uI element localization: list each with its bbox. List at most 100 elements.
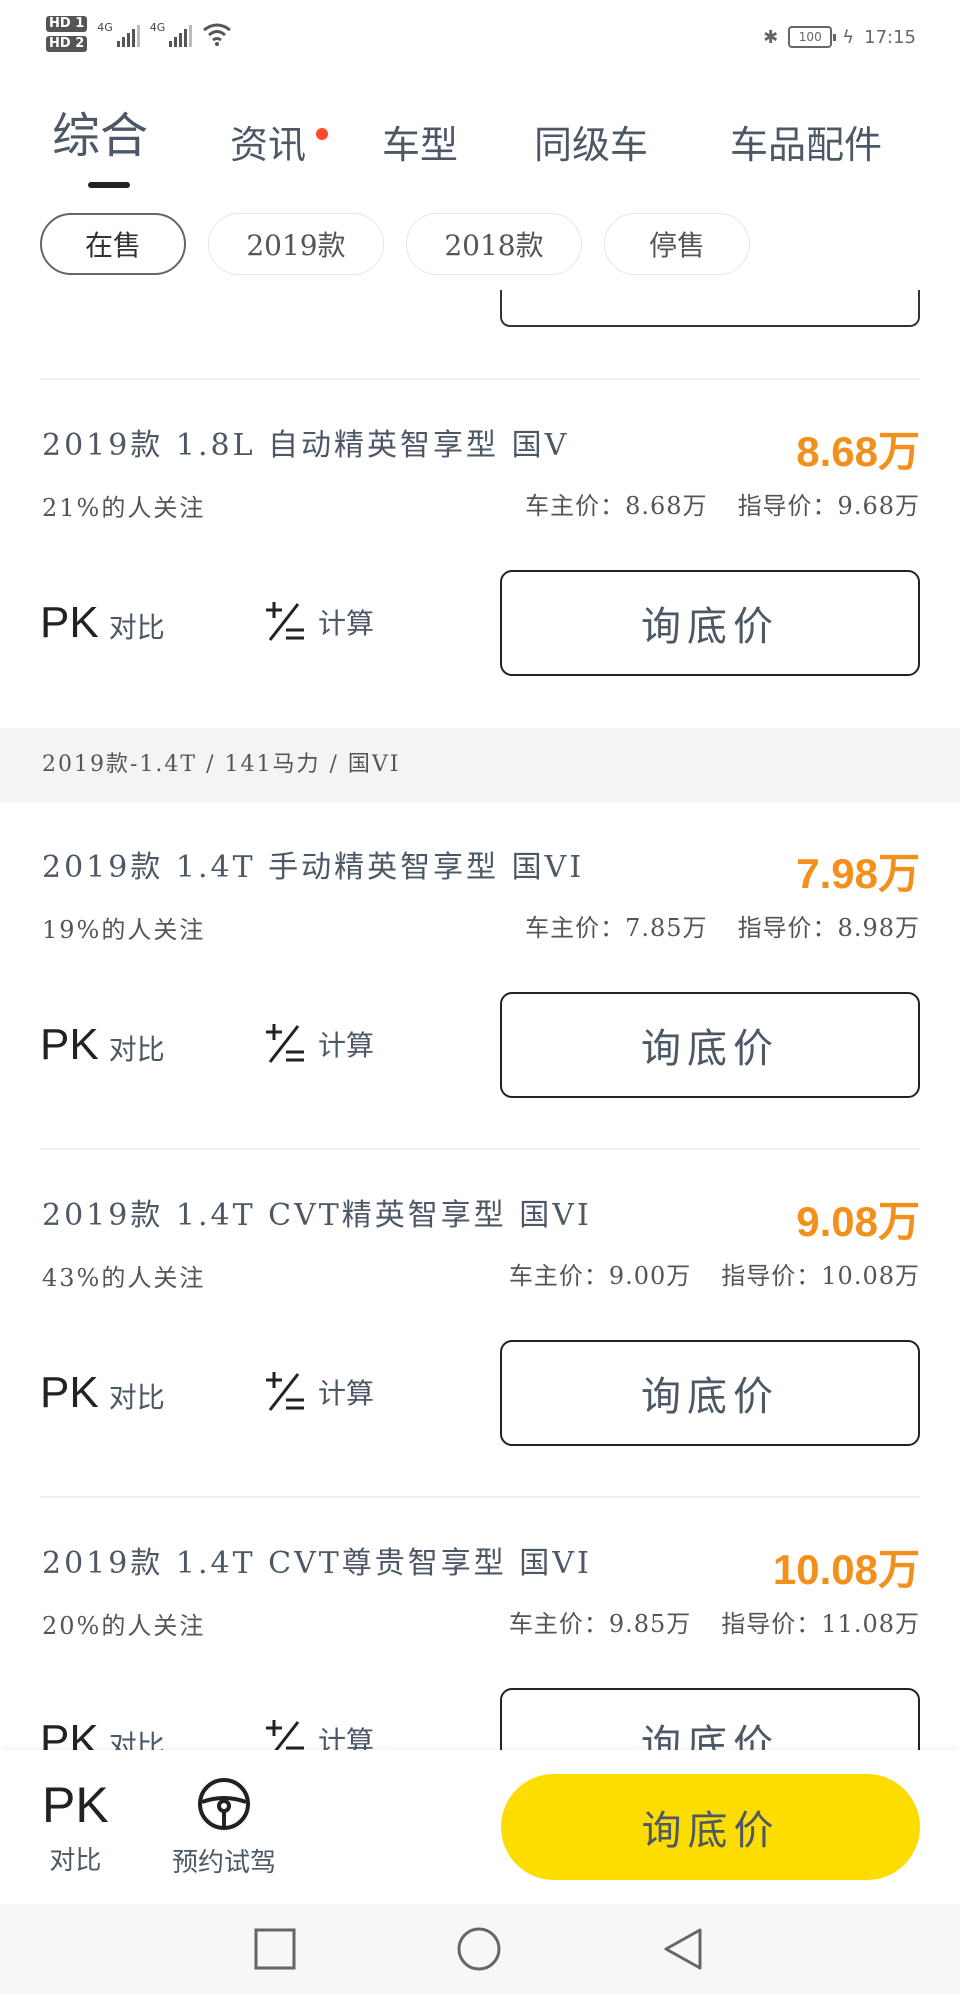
model-name: 2019款 1.4T CVT尊贵智享型 国VI bbox=[42, 1546, 592, 1581]
model-price: 10.08万 bbox=[772, 1546, 920, 1593]
test-drive-label: 预约试驾 bbox=[171, 1848, 276, 1878]
status-bar: HD 1 HD 2 4G 4G ✱ 100 ϟ 17:15 bbox=[0, 0, 960, 84]
item-actions: PK 对比 计算 询底价 bbox=[40, 992, 920, 1098]
compare-label: 对比 bbox=[108, 1033, 165, 1066]
battery-icon: 100 bbox=[788, 26, 837, 48]
price-details: 车主价：9.00万 指导价：10.08万 bbox=[509, 1256, 920, 1291]
model-list: 2019款 1.8L 自动精英智享型 国V 8.68万 21%的人关注 车主价：… bbox=[0, 290, 960, 1750]
filter-on-sale[interactable]: 在售 bbox=[40, 213, 186, 275]
home-icon[interactable] bbox=[456, 1926, 502, 1972]
bottom-action-bar: PK 对比 预约试驾 询底价 bbox=[0, 1750, 960, 1904]
calculator-icon bbox=[266, 1024, 304, 1063]
status-right: ✱ 100 ϟ 17:15 bbox=[763, 26, 916, 48]
calculator-icon bbox=[266, 1372, 304, 1411]
top-tabs: 综合 资讯 车型 同级车 车品配件 bbox=[0, 90, 960, 200]
model-price: 7.98万 bbox=[796, 850, 920, 897]
compare-label: 对比 bbox=[108, 1381, 165, 1414]
guide-price: 指导价：10.08万 bbox=[721, 1262, 920, 1290]
compare-label: 对比 bbox=[108, 1729, 165, 1750]
pk-label: PK bbox=[40, 1020, 99, 1069]
model-name: 2019款 1.8L 自动精英智享型 国V bbox=[42, 428, 570, 463]
test-drive-button[interactable]: 预约试驾 bbox=[162, 1776, 286, 1879]
calculator-button[interactable]: 计算 bbox=[262, 600, 374, 644]
bottom-pk-label: PK bbox=[42, 1777, 109, 1833]
model-name: 2019款 1.4T 手动精英智享型 国VI bbox=[42, 850, 585, 885]
pk-label: PK bbox=[40, 1368, 99, 1417]
sim2-label: HD 2 bbox=[46, 36, 88, 52]
list-item: 2019款 1.4T CVT精英智享型 国VI 9.08万 43%的人关注 车主… bbox=[0, 1150, 960, 1450]
calculator-button[interactable]: 计算 bbox=[262, 1718, 374, 1750]
signal-2-icon: 4G bbox=[150, 21, 193, 47]
tab-similar-cars[interactable]: 同级车 bbox=[534, 114, 648, 169]
tab-models[interactable]: 车型 bbox=[382, 114, 458, 169]
list-item: 2019款 1.4T CVT尊贵智享型 国VI 10.08万 20%的人关注 车… bbox=[0, 1498, 960, 1750]
attention-rate: 20%的人关注 bbox=[42, 1612, 206, 1640]
active-tab-indicator bbox=[88, 182, 130, 188]
ask-price-button[interactable]: 询底价 bbox=[500, 1340, 920, 1446]
model-name: 2019款 1.4T CVT精英智享型 国VI bbox=[42, 1198, 592, 1233]
tab-news-dot bbox=[316, 128, 328, 140]
bluetooth-icon: ✱ bbox=[763, 26, 779, 48]
back-icon[interactable] bbox=[660, 1926, 706, 1972]
attention-rate: 19%的人关注 bbox=[42, 916, 206, 944]
network-1-label: 4G bbox=[97, 21, 113, 34]
bottom-pk-compare-button[interactable]: PK 对比 bbox=[42, 1778, 109, 1877]
pk-compare-button[interactable]: PK 对比 bbox=[40, 1020, 165, 1070]
compare-label: 对比 bbox=[108, 611, 165, 644]
bottom-ask-price-button[interactable]: 询底价 bbox=[501, 1774, 920, 1880]
filter-2019[interactable]: 2019款 bbox=[208, 213, 384, 275]
attention-rate: 43%的人关注 bbox=[42, 1264, 206, 1292]
signal-1-icon: 4G bbox=[97, 21, 140, 47]
model-price: 8.68万 bbox=[796, 428, 920, 475]
ask-price-button[interactable]: 询底价 bbox=[500, 1688, 920, 1750]
wifi-icon bbox=[203, 23, 232, 46]
owner-price: 车主价：8.68万 bbox=[525, 492, 708, 520]
recent-apps-icon[interactable] bbox=[252, 1926, 298, 1972]
attention-rate: 21%的人关注 bbox=[42, 494, 206, 522]
calculator-button[interactable]: 计算 bbox=[262, 1022, 374, 1066]
guide-price: 指导价：9.68万 bbox=[737, 492, 920, 520]
network-2-label: 4G bbox=[149, 21, 166, 34]
tab-news[interactable]: 资讯 bbox=[230, 114, 306, 169]
owner-price: 车主价：7.85万 bbox=[525, 914, 708, 942]
calculator-icon bbox=[266, 602, 304, 641]
pk-compare-button[interactable]: PK 对比 bbox=[40, 598, 165, 648]
calc-label: 计算 bbox=[318, 1377, 375, 1410]
steering-wheel-icon bbox=[198, 1778, 250, 1830]
price-details: 车主价：7.85万 指导价：8.98万 bbox=[525, 908, 920, 943]
item-actions: PK 对比 计算 询底价 bbox=[40, 1688, 920, 1750]
calc-label: 计算 bbox=[318, 1725, 375, 1750]
sim1-label: HD 1 bbox=[46, 16, 88, 32]
ask-price-button-partial[interactable] bbox=[500, 290, 920, 327]
list-item: 2019款 1.8L 自动精英智享型 国V 8.68万 21%的人关注 车主价：… bbox=[0, 380, 960, 680]
section-header: 2019款-1.4T / 141马力 / 国VI bbox=[0, 728, 960, 802]
owner-price: 车主价：9.85万 bbox=[508, 1610, 692, 1638]
guide-price: 指导价：8.98万 bbox=[737, 914, 920, 942]
calculator-icon bbox=[266, 1720, 304, 1750]
pk-compare-button[interactable]: PK 对比 bbox=[40, 1368, 165, 1418]
tab-accessories[interactable]: 车品配件 bbox=[730, 114, 882, 169]
charging-icon: ϟ bbox=[842, 26, 855, 48]
clock: 17:15 bbox=[864, 26, 916, 48]
price-details: 车主价：8.68万 指导价：9.68万 bbox=[525, 486, 920, 521]
price-details: 车主价：9.85万 指导价：11.08万 bbox=[509, 1604, 920, 1639]
calculator-button[interactable]: 计算 bbox=[262, 1370, 374, 1414]
pk-compare-button[interactable]: PK 对比 bbox=[40, 1716, 165, 1750]
ask-price-button[interactable]: 询底价 bbox=[500, 992, 920, 1098]
battery-level: 100 bbox=[798, 30, 822, 44]
list-item: 2019款 1.4T 手动精英智享型 国VI 7.98万 19%的人关注 车主价… bbox=[0, 802, 960, 1102]
filter-2018[interactable]: 2018款 bbox=[406, 213, 582, 275]
system-nav-bar bbox=[0, 1904, 960, 1994]
guide-price: 指导价：11.08万 bbox=[721, 1610, 920, 1638]
calc-label: 计算 bbox=[318, 1029, 375, 1062]
filter-chips: 在售 2019款 2018款 停售 bbox=[40, 213, 750, 275]
filter-discontinued[interactable]: 停售 bbox=[604, 213, 750, 275]
tab-overview[interactable]: 综合 bbox=[52, 96, 148, 166]
pk-label: PK bbox=[40, 1716, 99, 1750]
status-left: HD 1 HD 2 4G 4G bbox=[46, 16, 232, 52]
sim-indicators: HD 1 HD 2 bbox=[46, 16, 88, 52]
ask-price-button[interactable]: 询底价 bbox=[500, 570, 920, 676]
calc-label: 计算 bbox=[318, 607, 375, 640]
item-actions: PK 对比 计算 询底价 bbox=[40, 570, 920, 676]
pk-label: PK bbox=[40, 598, 99, 647]
